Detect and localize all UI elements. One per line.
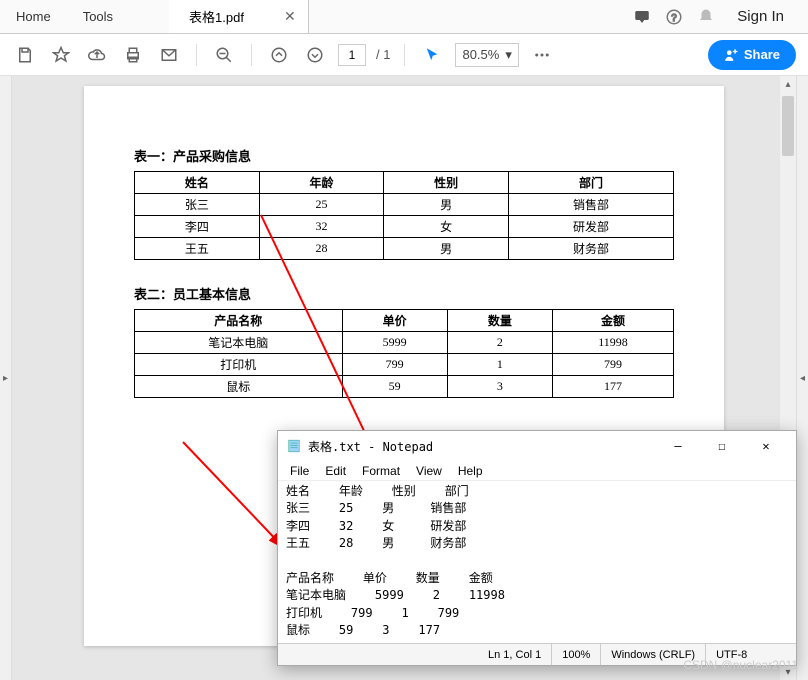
- notepad-menu: File Edit Format View Help: [278, 461, 796, 481]
- menu-home[interactable]: Home: [0, 0, 67, 33]
- minimize-button[interactable]: —: [656, 431, 700, 461]
- chat-icon[interactable]: [633, 8, 651, 26]
- share-button[interactable]: Share: [708, 40, 796, 70]
- sign-in-button[interactable]: Sign In: [729, 8, 792, 25]
- table-row: 鼠标593177: [135, 376, 674, 398]
- table1-title: 表一：产品采购信息: [134, 146, 674, 165]
- notepad-window: 表格.txt - Notepad — ☐ ✕ File Edit Format …: [277, 430, 797, 666]
- notepad-text-area[interactable]: 姓名 年龄 性别 部门 张三 25 男 销售部 李四 32 女 研发部 王五 2…: [278, 481, 796, 641]
- separator: [251, 44, 252, 66]
- th: 部门: [508, 172, 673, 194]
- status-zoom: 100%: [551, 644, 600, 665]
- cloud-upload-icon[interactable]: [84, 42, 110, 68]
- page-down-icon[interactable]: [302, 42, 328, 68]
- share-label: Share: [744, 47, 780, 62]
- scroll-down-icon[interactable]: ▾: [780, 664, 796, 680]
- table2-title: 表二：员工基本信息: [134, 284, 674, 303]
- status-cursor: Ln 1, Col 1: [478, 644, 551, 665]
- zoom-out-icon[interactable]: [211, 42, 237, 68]
- save-icon[interactable]: [12, 42, 38, 68]
- th: 单价: [342, 310, 447, 332]
- menu-format[interactable]: Format: [356, 464, 406, 478]
- table-row: 李四32女研发部: [135, 216, 674, 238]
- close-button[interactable]: ✕: [744, 431, 788, 461]
- table1: 姓名 年龄 性别 部门 张三25男销售部 李四32女研发部 王五28男财务部: [134, 171, 674, 260]
- menu-bar: Home Tools 表格1.pdf ✕ ? Sign In: [0, 0, 808, 34]
- th: 数量: [447, 310, 552, 332]
- status-eol: Windows (CRLF): [600, 644, 705, 665]
- table-row: 王五28男财务部: [135, 238, 674, 260]
- print-icon[interactable]: [120, 42, 146, 68]
- th: 金额: [552, 310, 673, 332]
- maximize-button[interactable]: ☐: [700, 431, 744, 461]
- scroll-thumb[interactable]: [782, 96, 794, 156]
- zoom-dropdown[interactable]: 80.5% ▾: [455, 43, 518, 67]
- table2: 产品名称 单价 数量 金额 笔记本电脑5999211998 打印机7991799…: [134, 309, 674, 398]
- notepad-icon: [286, 438, 302, 454]
- table-header-row: 产品名称 单价 数量 金额: [135, 310, 674, 332]
- notepad-statusbar: Ln 1, Col 1 100% Windows (CRLF) UTF-8: [278, 643, 796, 665]
- pointer-icon[interactable]: [419, 42, 445, 68]
- document-tab[interactable]: 表格1.pdf ✕: [169, 0, 309, 33]
- more-icon[interactable]: [529, 42, 555, 68]
- status-encoding: UTF-8: [705, 644, 757, 665]
- notepad-titlebar[interactable]: 表格.txt - Notepad — ☐ ✕: [278, 431, 796, 461]
- left-panel-toggle[interactable]: ▸: [0, 76, 12, 680]
- svg-text:?: ?: [672, 12, 678, 23]
- th: 产品名称: [135, 310, 343, 332]
- table-row: 张三25男销售部: [135, 194, 674, 216]
- menu-tools[interactable]: Tools: [67, 0, 129, 33]
- separator: [196, 44, 197, 66]
- th: 年龄: [259, 172, 384, 194]
- close-icon[interactable]: ✕: [284, 8, 296, 25]
- chevron-down-icon: ▾: [505, 47, 512, 63]
- mail-icon[interactable]: [156, 42, 182, 68]
- scroll-up-icon[interactable]: ▴: [780, 76, 796, 92]
- menu-right-cluster: ? Sign In: [633, 0, 808, 33]
- separator: [404, 44, 405, 66]
- th: 姓名: [135, 172, 260, 194]
- toolbar: / 1 80.5% ▾ Share: [0, 34, 808, 76]
- zoom-value: 80.5%: [462, 47, 499, 62]
- page-up-icon[interactable]: [266, 42, 292, 68]
- menu-file[interactable]: File: [284, 464, 315, 478]
- bell-icon[interactable]: [697, 8, 715, 26]
- menu-view[interactable]: View: [410, 464, 448, 478]
- menu-help[interactable]: Help: [452, 464, 489, 478]
- page-number-input[interactable]: [338, 44, 366, 66]
- notepad-title-text: 表格.txt - Notepad: [308, 438, 433, 455]
- share-icon: [724, 48, 738, 62]
- th: 性别: [384, 172, 509, 194]
- star-icon[interactable]: [48, 42, 74, 68]
- tab-title: 表格1.pdf: [189, 7, 244, 26]
- table-header-row: 姓名 年龄 性别 部门: [135, 172, 674, 194]
- menu-edit[interactable]: Edit: [319, 464, 352, 478]
- page-total-label: / 1: [376, 47, 390, 62]
- table-row: 打印机7991799: [135, 354, 674, 376]
- table-row: 笔记本电脑5999211998: [135, 332, 674, 354]
- right-panel-toggle[interactable]: ◂: [796, 76, 808, 680]
- help-icon[interactable]: ?: [665, 8, 683, 26]
